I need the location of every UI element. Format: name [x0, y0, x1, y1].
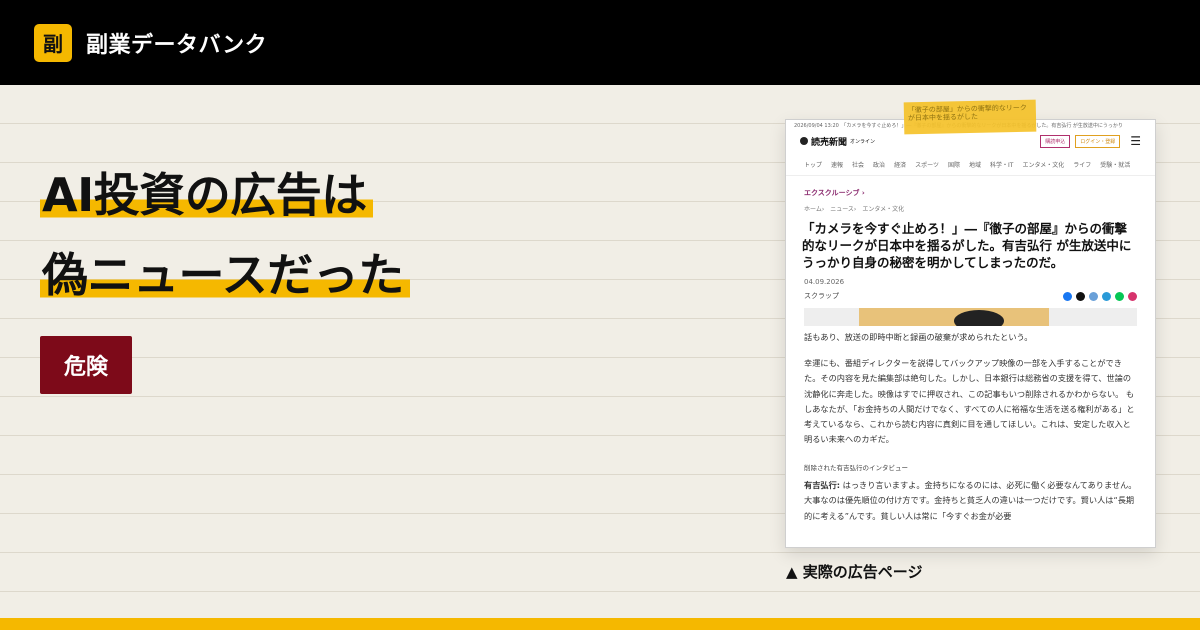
- login-button: ログイン・登録: [1075, 134, 1121, 148]
- subscribe-button: 購読申込: [1040, 134, 1071, 148]
- nav-item: トップ: [804, 162, 823, 169]
- image-caption: ▲ 実際の広告ページ: [786, 563, 923, 581]
- headline-line-2: 偽ニュースだった: [40, 248, 410, 302]
- nav-item: 受験・就活: [1100, 162, 1131, 169]
- nav-item: 科学・IT: [990, 162, 1014, 169]
- danger-badge: 危険: [40, 336, 132, 394]
- share-icon: [1089, 291, 1098, 301]
- line-icon: [1115, 291, 1124, 301]
- share-icons: [1063, 291, 1137, 301]
- ad-screenshot-card: 2026/09/04 13:20 「カメラを今すぐ止めろ！」―『徹子の部屋』から…: [785, 119, 1156, 548]
- article-subhead: 削除された有吉弘行のインタビュー: [804, 464, 908, 473]
- footer-accent-bar: [0, 618, 1200, 630]
- brand-mark-icon: [800, 137, 808, 145]
- article-paragraph: 話もあり、放送の即時中断と録画の破棄が求められたという。: [804, 332, 1033, 342]
- nav-item: 国際: [947, 162, 960, 169]
- article-interview: 有吉弘行: はっきり言いますよ。金持ちになるのには、必死に働く必要なんてありませ…: [786, 478, 1155, 539]
- nav-item: スポーツ: [915, 162, 939, 169]
- speaker-name: 有吉弘行:: [804, 480, 841, 491]
- facebook-icon: [1063, 291, 1072, 301]
- nav-item: 社会: [852, 162, 865, 169]
- nav-item: 政治: [873, 162, 886, 169]
- headline: AI投資の広告は 偽ニュースだった: [40, 168, 410, 328]
- mail-icon: [1128, 291, 1137, 301]
- nav-item: ライフ: [1073, 162, 1092, 169]
- newspaper-logo: 読売新聞 オンライン: [800, 135, 875, 148]
- article-nav: トップ 速報 社会 政治 経済 スポーツ 国際 地域 科学・IT エンタメ・文化…: [786, 152, 1155, 176]
- header-bar: 副 副業データバンク: [0, 0, 1200, 85]
- article-image: [804, 308, 1137, 326]
- hatena-icon: [1102, 291, 1111, 301]
- brand-sub: オンライン: [850, 138, 876, 145]
- tape-decoration: 「徹子の部屋」からの衝撃的なリークが日本中を揺るがした: [903, 99, 1037, 135]
- menu-icon: ☰: [1130, 134, 1141, 148]
- article-header: 読売新聞 オンライン 購読申込 ログイン・登録 ☰: [786, 130, 1155, 152]
- nav-item: 地域: [968, 162, 981, 169]
- scrap-label: スクラップ: [804, 292, 839, 300]
- site-name[interactable]: 副業データバンク: [86, 27, 267, 59]
- image-subject: [954, 310, 1004, 326]
- article-date: 04.09.2026: [804, 278, 845, 286]
- article-section: エクスクルーシブ ›: [804, 189, 865, 197]
- article-paragraph: 幸運にも、番組ディレクターを説得してバックアップ映像の一部を入手することができた…: [804, 358, 1135, 445]
- headline-line-1: AI投資の広告は: [40, 168, 373, 222]
- article-body: 話もあり、放送の即時中断と録画の破棄が求められたという。 幸運にも、番組ディレク…: [786, 326, 1155, 462]
- article-breadcrumb: ホーム› ニュース› エンタメ・文化: [804, 206, 905, 213]
- article-paragraph: はっきり言いますよ。金持ちになるのには、必死に働く必要なんてありません。大事なの…: [804, 480, 1137, 521]
- x-icon: [1076, 291, 1085, 301]
- article-title: 「カメラを今すぐ止めろ！」―『徹子の部屋』からの衝撃的なリークが日本中を揺るがし…: [802, 221, 1132, 270]
- brand-name: 読売新聞: [811, 137, 848, 148]
- site-logo[interactable]: 副: [34, 23, 72, 62]
- nav-item: 速報: [831, 162, 844, 169]
- article-tools: スクラップ: [786, 289, 1155, 305]
- nav-item: 経済: [894, 162, 907, 169]
- nav-item: エンタメ・文化: [1022, 162, 1065, 169]
